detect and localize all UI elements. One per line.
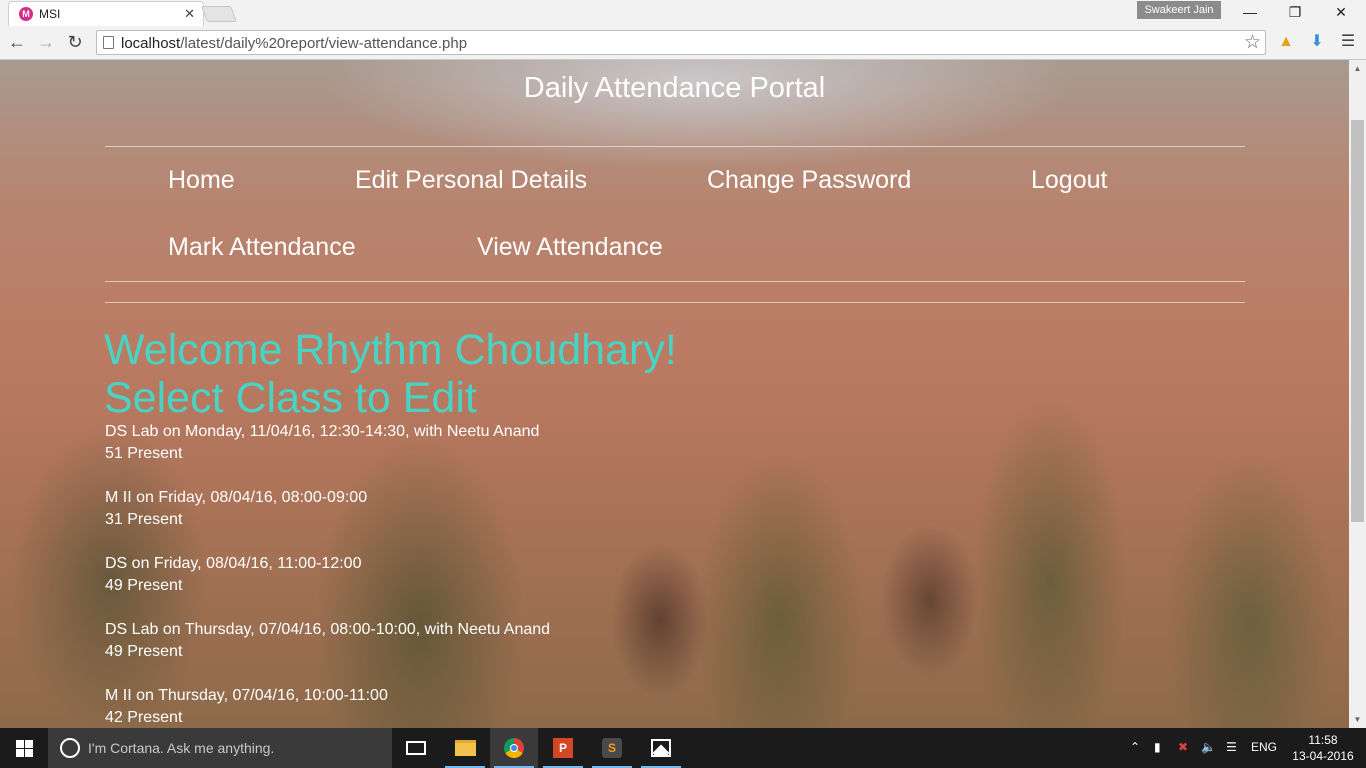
nav-mark-attendance-link[interactable]: Mark Attendance <box>168 233 356 262</box>
address-bar[interactable]: localhost/latest/daily%20report/view-att… <box>96 30 1266 55</box>
class-description[interactable]: M II on Friday, 08/04/16, 08:00-09:00 <box>105 487 550 509</box>
class-present-count: 49 Present <box>105 643 183 660</box>
task-view-icon[interactable] <box>392 728 440 768</box>
page-viewport: Daily Attendance Portal Home Edit Person… <box>0 60 1349 728</box>
class-description[interactable]: DS Lab on Monday, 11/04/16, 12:30-14:30,… <box>105 421 550 443</box>
scroll-down-arrow-icon[interactable]: ▼ <box>1349 711 1366 728</box>
class-present-count: 42 Present <box>105 709 183 726</box>
bookmark-star-icon[interactable]: ☆ <box>1244 31 1261 54</box>
url-text[interactable]: localhost/latest/daily%20report/view-att… <box>121 35 467 52</box>
browser-tab[interactable]: M MSI ✕ <box>8 1 204 26</box>
photos-icon[interactable] <box>637 728 685 768</box>
close-window-icon[interactable]: ✕ <box>1318 0 1364 26</box>
extension-icon[interactable]: ▲ <box>1276 32 1296 52</box>
class-present-count: 31 Present <box>105 511 183 528</box>
nav-view-attendance-link[interactable]: View Attendance <box>477 233 663 262</box>
tab-title: MSI <box>39 7 61 21</box>
restore-icon[interactable]: ❐ <box>1272 0 1318 26</box>
nav-change-password-link[interactable]: Change Password <box>707 166 911 195</box>
site-favicon-icon: M <box>19 7 33 21</box>
download-icon[interactable]: ⬇ <box>1307 32 1327 52</box>
windows-start-icon[interactable] <box>0 728 48 768</box>
taskbar-clock[interactable]: 11:58 13-04-2016 <box>1290 732 1356 764</box>
content-divider <box>105 302 1245 303</box>
clock-date: 13-04-2016 <box>1292 749 1354 763</box>
nav-logout-link[interactable]: Logout <box>1031 166 1107 195</box>
tray-chevron-up-icon[interactable]: ⌃ <box>1130 740 1140 754</box>
profile-badge[interactable]: Swakeert Jain <box>1137 1 1221 19</box>
nav-divider-top <box>105 146 1245 147</box>
language-indicator[interactable]: ENG <box>1251 740 1277 754</box>
class-entry[interactable]: DS Lab on Thursday, 07/04/16, 08:00-10:0… <box>105 619 550 663</box>
nav-home-link[interactable]: Home <box>168 166 235 195</box>
powerpoint-icon[interactable]: P <box>539 728 587 768</box>
file-explorer-icon[interactable] <box>441 728 489 768</box>
page-scrollbar[interactable]: ▲ ▼ <box>1349 60 1366 728</box>
network-icon[interactable]: ✖ <box>1178 740 1188 754</box>
sublime-text-icon[interactable]: S <box>588 728 636 768</box>
class-description[interactable]: M II on Thursday, 07/04/16, 10:00-11:00 <box>105 685 550 707</box>
welcome-text: Welcome Rhythm Choudhary! <box>104 326 677 374</box>
windows-taskbar: I'm Cortana. Ask me anything. P S ⌃ ▮ ✖ … <box>0 728 1366 768</box>
forward-arrow-icon[interactable]: → <box>35 31 57 53</box>
chrome-taskbar-icon[interactable] <box>490 728 538 768</box>
class-entry[interactable]: DS Lab on Monday, 11/04/16, 12:30-14:30,… <box>105 421 550 465</box>
class-present-count: 51 Present <box>105 445 183 462</box>
scroll-up-arrow-icon[interactable]: ▲ <box>1349 60 1366 77</box>
select-class-heading: Select Class to Edit <box>104 374 477 422</box>
cortana-placeholder: I'm Cortana. Ask me anything. <box>88 740 275 756</box>
nav-divider-bottom <box>105 281 1245 282</box>
browser-titlebar: M MSI ✕ Swakeert Jain — ❐ ✕ <box>0 0 1366 26</box>
class-description[interactable]: DS Lab on Thursday, 07/04/16, 08:00-10:0… <box>105 619 550 641</box>
nav-edit-personal-link[interactable]: Edit Personal Details <box>355 166 587 195</box>
minimize-icon[interactable]: — <box>1227 0 1273 26</box>
clock-time: 11:58 <box>1308 733 1338 747</box>
class-entry[interactable]: M II on Thursday, 07/04/16, 10:00-11:00 … <box>105 685 550 728</box>
tab-close-icon[interactable]: ✕ <box>184 6 195 22</box>
volume-icon[interactable]: 🔈 <box>1201 740 1216 754</box>
reload-icon[interactable]: ↻ <box>64 31 86 53</box>
menu-hamburger-icon[interactable]: ☰ <box>1338 32 1358 52</box>
welcome-heading: Welcome Rhythm Choudhary! Select Class t… <box>104 326 677 422</box>
class-list: DS Lab on Monday, 11/04/16, 12:30-14:30,… <box>105 421 550 728</box>
back-arrow-icon[interactable]: ← <box>6 31 28 53</box>
page-title: Daily Attendance Portal <box>523 72 826 104</box>
class-description[interactable]: DS on Friday, 08/04/16, 11:00-12:00 <box>105 553 550 575</box>
browser-toolbar: ← → ↻ localhost/latest/daily%20report/vi… <box>0 26 1366 60</box>
page-icon <box>103 36 114 49</box>
action-center-icon[interactable]: ☰ <box>1226 740 1237 754</box>
battery-icon[interactable]: ▮ <box>1154 740 1161 754</box>
cortana-search-box[interactable]: I'm Cortana. Ask me anything. <box>48 728 392 768</box>
class-entry[interactable]: DS on Friday, 08/04/16, 11:00-12:00 49 P… <box>105 553 550 597</box>
class-present-count: 49 Present <box>105 577 183 594</box>
new-tab-button[interactable] <box>201 6 237 22</box>
scrollbar-thumb[interactable] <box>1351 120 1364 522</box>
cortana-icon <box>60 738 80 758</box>
class-entry[interactable]: M II on Friday, 08/04/16, 08:00-09:00 31… <box>105 487 550 531</box>
